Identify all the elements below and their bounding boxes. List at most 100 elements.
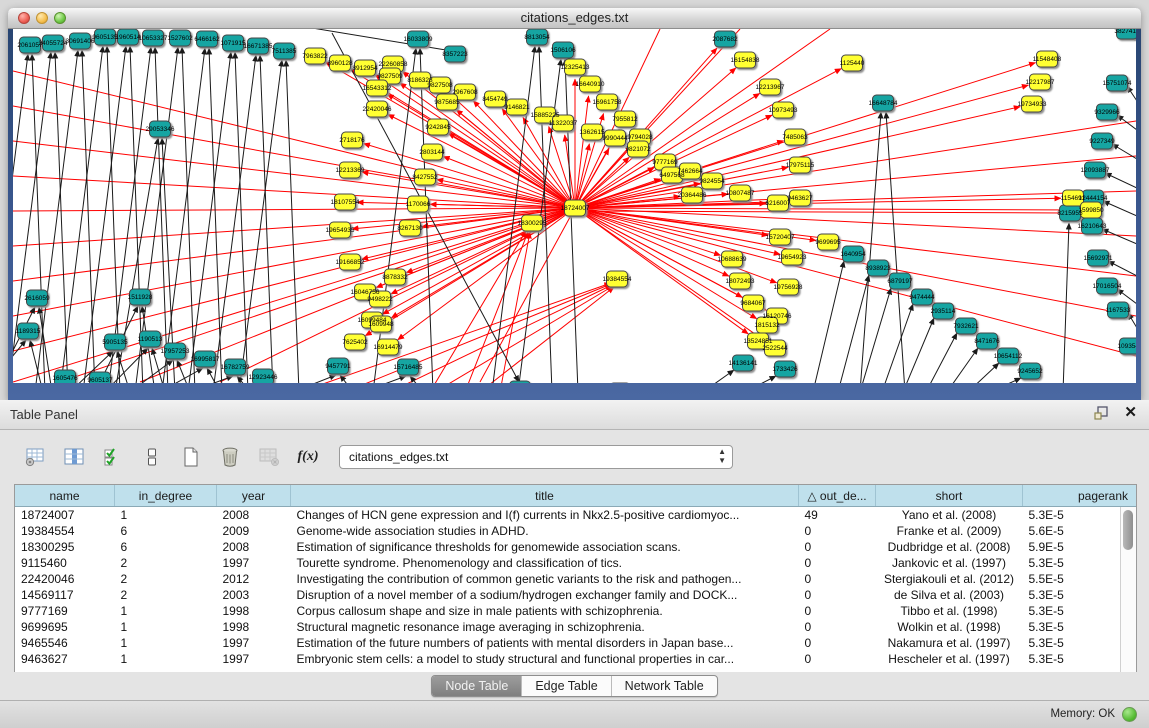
graph-node-label: 1170066 xyxy=(406,201,431,208)
table-toolbar: f(x) citations_edges.txt ▲▼ xyxy=(0,430,1149,484)
graph-node-label: 16033809 xyxy=(404,36,433,43)
graph-node-label: 17975115 xyxy=(786,162,815,169)
clear-selection-icon[interactable] xyxy=(139,445,165,469)
graph-node-label: 19756928 xyxy=(774,284,803,291)
graph-node-label: 15885225 xyxy=(531,112,560,119)
column-header-name[interactable]: name xyxy=(15,485,115,507)
dropdown-arrows-icon: ▲▼ xyxy=(718,447,726,465)
delete-column-icon[interactable] xyxy=(217,445,243,469)
graph-node-label: 9474444 xyxy=(909,294,935,301)
tab-edge-table[interactable]: Edge Table xyxy=(521,676,610,696)
graph-node-label: 1167533 xyxy=(1106,307,1131,314)
graph-node-label: 18724007 xyxy=(561,205,590,212)
table-mode-icon[interactable] xyxy=(22,445,48,469)
graph-node-label: 12325413 xyxy=(561,64,590,71)
graph-node-label: 15716485 xyxy=(394,364,423,371)
memory-indicator-icon[interactable] xyxy=(1122,707,1137,722)
graph-node-label: 8267130 xyxy=(397,225,423,232)
new-column-icon[interactable] xyxy=(178,445,204,469)
column-header-year[interactable]: year xyxy=(217,485,291,507)
scrollbar-thumb[interactable] xyxy=(1123,510,1133,550)
column-header-title[interactable]: title xyxy=(291,485,799,507)
graph-node-label: 10807487 xyxy=(726,190,755,197)
graph-node-label: 9457791 xyxy=(325,363,351,370)
column-header-short[interactable]: short xyxy=(876,485,1023,507)
table-row[interactable]: 946554611997Estimation of the future num… xyxy=(15,635,1137,651)
table-select-dropdown[interactable]: citations_edges.txt ▲▼ xyxy=(339,445,733,469)
select-mode-icon[interactable] xyxy=(100,445,126,469)
tab-network-table[interactable]: Network Table xyxy=(611,676,717,696)
graph-node-label: 30691406 xyxy=(66,38,95,45)
graph-node-1616919[interactable] xyxy=(510,381,531,383)
graph-node-label: 5905135 xyxy=(102,339,128,346)
graph-node-label: 1733426 xyxy=(772,366,798,373)
graph-node-label: 9821072 xyxy=(625,146,651,153)
graph-node-label: 9827509 xyxy=(377,73,403,80)
column-header-in_degree[interactable]: in_degree xyxy=(115,485,217,507)
graph-node-label: 15720407 xyxy=(766,234,795,241)
graph-node-label: 16120746 xyxy=(763,313,792,320)
graph-node-label: 10688639 xyxy=(718,256,747,263)
tab-node-table[interactable]: Node Table xyxy=(432,676,521,696)
network-canvas[interactable]: 2061057240557243069140696051351960514106… xyxy=(13,29,1136,383)
graph-node-label: 16154838 xyxy=(731,57,760,64)
graph-node-label: 29053346 xyxy=(146,126,175,133)
graph-node-label: 19166852 xyxy=(336,259,365,266)
table-row[interactable]: 977716911998Corpus callosum shape and si… xyxy=(15,603,1137,619)
window-titlebar[interactable]: citations_edges.txt xyxy=(8,8,1141,29)
close-panel-icon[interactable]: ✕ xyxy=(1124,405,1137,421)
graph-node-label: 18300295 xyxy=(518,220,547,227)
graph-node-label: 12213369 xyxy=(336,167,365,174)
show-column-icon[interactable] xyxy=(61,445,87,469)
graph-node-label: 1154691 xyxy=(1061,195,1086,202)
graph-node-label: 24055724 xyxy=(39,40,68,47)
graph-node-label: 9498222 xyxy=(367,296,393,303)
graph-node-label: 8427552 xyxy=(412,174,438,181)
column-header-out_de[interactable]: △ out_de... xyxy=(799,485,876,507)
table-row[interactable]: 969969511998Structural magnetic resonanc… xyxy=(15,619,1137,635)
graph-node-label: 1189315 xyxy=(16,328,41,335)
graph-node-label: 16210643 xyxy=(1078,223,1107,230)
graph-node-label: 9990444 xyxy=(602,135,628,142)
table-panel-header: Table Panel ✕ xyxy=(0,400,1149,430)
delete-table-icon xyxy=(256,445,282,469)
function-builder-icon[interactable]: f(x) xyxy=(295,445,321,469)
graph-node-label: 2935114 xyxy=(931,308,956,315)
float-panel-icon[interactable] xyxy=(1094,405,1110,421)
graph-node-label: 1815132 xyxy=(754,322,780,329)
table-panel-title: Table Panel xyxy=(10,407,78,422)
graph-node-label: 2967608 xyxy=(452,89,478,96)
table-scrollbar[interactable] xyxy=(1120,507,1136,673)
graph-node-label: 2522544 xyxy=(762,345,788,352)
graph-node-label: 1599850 xyxy=(1078,207,1104,214)
window-title: citations_edges.txt xyxy=(8,10,1141,25)
graph-node-label: 9329966 xyxy=(1094,109,1120,116)
table-row[interactable]: 911546021997Tourette syndrome. Phenomeno… xyxy=(15,555,1137,571)
graph-node-label: 17016504 xyxy=(1093,283,1122,290)
table-row[interactable]: 1938455462009Genome-wide association stu… xyxy=(15,523,1137,539)
table-select-value: citations_edges.txt xyxy=(349,450,448,464)
graph-node-label: 8454749 xyxy=(482,96,508,103)
graph-node-label: 9227349 xyxy=(1089,138,1115,145)
graph-node-label: 7462664 xyxy=(677,168,703,175)
graph-node-label: 8357223 xyxy=(442,51,468,58)
graph-node-label: 1527602 xyxy=(167,35,193,42)
graph-node-label: 22420046 xyxy=(363,106,392,113)
graph-node-label: 16046756 xyxy=(351,289,380,296)
graph-node-label: 10653327 xyxy=(139,35,168,42)
graph-node-label: 1190513 xyxy=(138,336,163,343)
graph-node-label: 1605476 xyxy=(52,375,78,382)
table-row[interactable]: 2242004622012Investigating the contribut… xyxy=(15,571,1137,587)
table-row[interactable]: 1872400712008Changes of HCN gene express… xyxy=(15,507,1137,524)
table-tabbar: Node TableEdge TableNetwork Table xyxy=(0,672,1149,700)
graph-node-label: 9777169 xyxy=(652,159,678,166)
column-header-pagerank[interactable]: pagerank xyxy=(1023,485,1138,507)
table-row[interactable]: 1456911722003Disruption of a novel membe… xyxy=(15,587,1137,603)
graph-node-label: 15692971 xyxy=(1084,255,1113,262)
table-row[interactable]: 1830029562008Estimation of significance … xyxy=(15,539,1137,555)
graph-node-label: 3827413 xyxy=(1114,29,1136,35)
graph-node-label: 16543312 xyxy=(363,85,392,92)
graph-node-label: 7625402 xyxy=(342,339,368,346)
table-row[interactable]: 946362711997Embryonic stem cells: a mode… xyxy=(15,651,1137,667)
graph-node-label: 12213967 xyxy=(756,84,785,91)
